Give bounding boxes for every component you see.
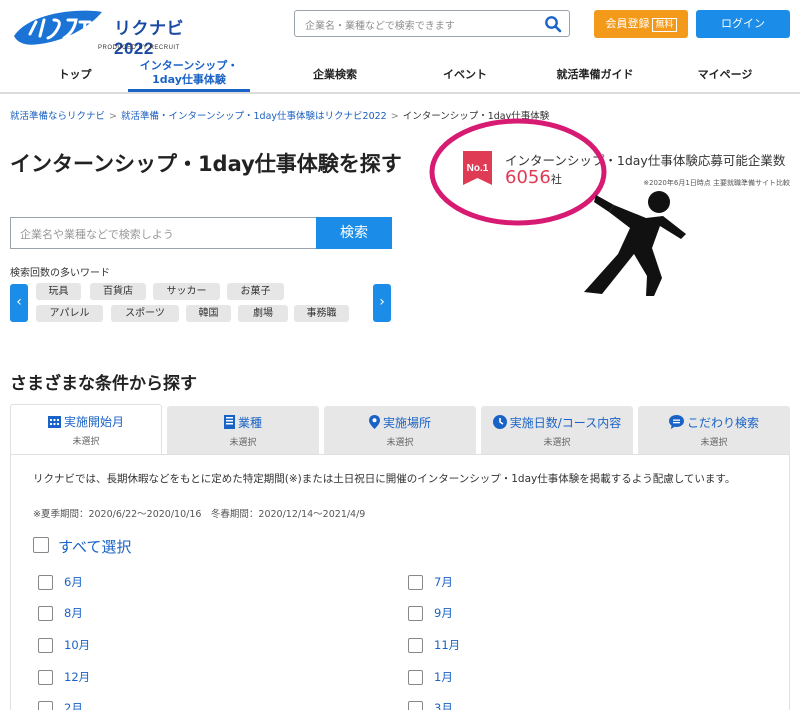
building-icon	[223, 415, 235, 432]
tab-status: 未選択	[386, 438, 414, 448]
month-checkbox[interactable]	[38, 575, 53, 590]
tab-label: こだわり検索	[686, 416, 759, 430]
tab-duration-course[interactable]: 実施日数/コース内容 未選択	[481, 406, 633, 454]
month-checkbox[interactable]	[408, 670, 423, 685]
month-label[interactable]: 7月	[434, 574, 453, 590]
select-all-checkbox[interactable]	[33, 537, 49, 553]
select-all-label[interactable]: すべて選択	[58, 536, 131, 557]
login-button[interactable]: ログイン	[696, 10, 790, 38]
month-checkbox[interactable]	[408, 606, 423, 621]
keyword-tag[interactable]: アパレル	[36, 305, 103, 322]
company-count-unit: 社	[550, 173, 562, 186]
nav-item-guide[interactable]: 就活準備ガイド	[525, 56, 665, 92]
keyword-tag[interactable]: 韓国	[186, 305, 231, 322]
tab-industry[interactable]: 業種 未選択	[167, 406, 319, 454]
throwing-person-icon	[584, 191, 686, 296]
tab-start-month[interactable]: 実施開始月 未選択	[10, 404, 162, 456]
month-label[interactable]: 6月	[64, 574, 83, 590]
register-label: 会員登録	[605, 17, 650, 30]
no1-badge-text: No.1	[467, 163, 489, 174]
search-icon[interactable]	[544, 15, 562, 33]
month-checkbox[interactable]	[38, 638, 53, 653]
month-label[interactable]: 2月	[64, 700, 83, 710]
keyword-search-input[interactable]: 企業名や業種などで検索しよう	[10, 217, 316, 249]
tab-status: 未選択	[700, 438, 728, 448]
tab-status: 未選択	[72, 437, 100, 447]
rikunabi-logo[interactable]: リクナビ2022 PRODUCED BY RECRUIT	[10, 6, 185, 58]
keyword-search-placeholder: 企業名や業種などで検索しよう	[20, 228, 174, 241]
comparison-note: ※2020年6月1日時点 主要就職準備サイト比較	[643, 179, 790, 187]
header-search-placeholder: 企業名・業種などで検索できます	[305, 21, 455, 32]
nav-item-company-search[interactable]: 企業検索	[270, 56, 400, 92]
month-checkbox[interactable]	[38, 606, 53, 621]
keyword-tag[interactable]: お菓子	[227, 283, 284, 300]
keyword-tag[interactable]: スポーツ	[111, 305, 179, 322]
month-label[interactable]: 11月	[434, 637, 460, 653]
page-title: インターンシップ・1day仕事体験を探す	[10, 152, 402, 176]
company-count-value: 6056	[505, 167, 551, 188]
nav-item-mypage[interactable]: マイページ	[660, 56, 790, 92]
no1-badge-icon: No.1	[463, 151, 492, 185]
chevron-left-icon[interactable]: ‹	[10, 284, 28, 322]
chevron-right-icon[interactable]: ›	[373, 284, 391, 322]
logo-year: リクナビ2022	[114, 19, 184, 58]
month-label[interactable]: 8月	[64, 605, 83, 621]
tab-label: 実施日数/コース内容	[509, 416, 622, 430]
keyword-tag[interactable]: 劇場	[238, 305, 288, 322]
tab-label: 業種	[237, 416, 262, 430]
tab-location[interactable]: 実施場所 未選択	[324, 406, 476, 454]
tab-label: 実施開始月	[63, 415, 124, 429]
conditions-section-title: さまざまな条件から探す	[10, 374, 197, 394]
tab-label: 実施場所	[382, 416, 431, 430]
month-label[interactable]: 9月	[434, 605, 453, 621]
month-checkbox[interactable]	[408, 701, 423, 710]
chat-bubble-icon	[668, 415, 684, 432]
tab-detailed-search[interactable]: こだわり検索 未選択	[638, 406, 790, 454]
keyword-tag[interactable]: サッカー	[153, 283, 220, 300]
breadcrumb-separator-icon: >	[109, 111, 117, 122]
tab-status: 未選択	[543, 438, 571, 448]
breadcrumb-current: インターンシップ・1day仕事体験	[402, 111, 550, 122]
free-badge: 無料	[652, 18, 677, 32]
period-note: ※夏季期間：2020/6/22〜2020/10/16 冬春期間：2020/12/…	[33, 509, 366, 520]
breadcrumb-link-home[interactable]: 就活準備ならリクナビ	[10, 111, 105, 122]
breadcrumb-separator-icon: >	[390, 111, 399, 122]
month-checkbox[interactable]	[38, 670, 53, 685]
clock-icon	[492, 415, 507, 432]
site-header: リクナビ2022 PRODUCED BY RECRUIT 企業名・業種などで検索…	[0, 0, 800, 94]
conditions-panel	[10, 454, 790, 710]
company-count: 6056社	[505, 167, 562, 188]
main-nav: トップ インターンシップ・ 1day仕事体験 企業検索 イベント 就活準備ガイド …	[0, 56, 800, 92]
breadcrumb: 就活準備ならリクナビ > 就活準備・インターンシップ・1day仕事体験はリクナビ20…	[10, 108, 549, 122]
location-pin-icon	[368, 415, 380, 432]
calendar-icon	[47, 415, 61, 431]
keyword-tag[interactable]: 玩具	[36, 283, 81, 300]
keyword-tag[interactable]: 事務職	[294, 305, 349, 322]
month-checkbox[interactable]	[408, 638, 423, 653]
register-button[interactable]: 会員登録 無料	[594, 10, 688, 38]
conditions-description: リクナビでは、長期休暇などをもとに定めた特定期間(※)または土日祝日に開催のイン…	[33, 473, 736, 485]
search-button[interactable]: 検索	[316, 217, 392, 249]
popular-keywords-label: 検索回数の多いワード	[10, 268, 110, 279]
header-search-input[interactable]: 企業名・業種などで検索できます	[294, 10, 570, 37]
month-label[interactable]: 3月	[434, 700, 453, 710]
breadcrumb-link-internship-top[interactable]: 就活準備・インターンシップ・1day仕事体験はリクナビ2022	[121, 111, 387, 122]
tab-status: 未選択	[229, 438, 257, 448]
month-label[interactable]: 10月	[64, 637, 90, 653]
nav-item-internship[interactable]: インターンシップ・ 1day仕事体験	[128, 56, 250, 92]
month-label[interactable]: 12月	[64, 669, 90, 685]
month-checkbox[interactable]	[408, 575, 423, 590]
keyword-tag[interactable]: 百貨店	[90, 283, 146, 300]
nav-item-event[interactable]: イベント	[400, 56, 530, 92]
month-checkbox[interactable]	[38, 701, 53, 710]
month-label[interactable]: 1月	[434, 669, 453, 685]
logo-subtitle: PRODUCED BY RECRUIT	[98, 45, 180, 51]
